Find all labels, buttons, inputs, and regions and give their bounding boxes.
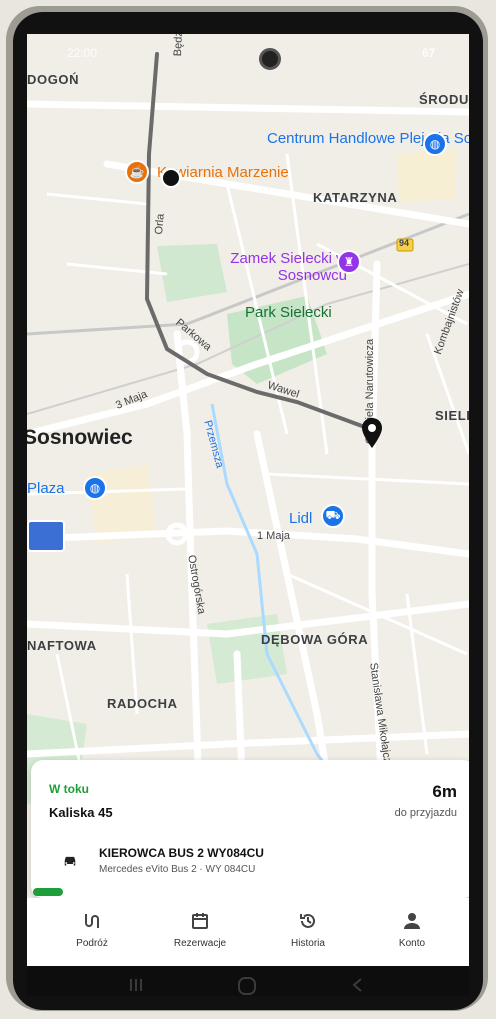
area-label: DOGOŃ: [27, 72, 80, 87]
bus-icon[interactable]: [27, 520, 65, 552]
nav-label: Konto: [398, 938, 426, 949]
trip-card[interactable]: W toku Kaliska 45 6m do przyjazdu KIEROW…: [31, 760, 469, 898]
coffee-cup-icon[interactable]: ☕: [125, 160, 149, 184]
back-icon[interactable]: [349, 976, 367, 996]
nav-item-podroz[interactable]: Podróż: [47, 908, 137, 949]
park-area: [207, 614, 287, 684]
history-icon: [263, 908, 353, 934]
car-icon: [64, 856, 76, 866]
castle-icon[interactable]: ♜: [337, 250, 361, 274]
driver-name: KIEROWCA BUS 2 WY084CU: [99, 846, 264, 860]
street-label: Będzińska: [172, 34, 186, 56]
vehicle-info: Mercedes eVito Bus 2 · WY 084CU: [99, 864, 256, 875]
calendar-icon: [155, 908, 245, 934]
poi-label-park[interactable]: Park Sielecki: [245, 304, 332, 321]
home-icon[interactable]: [237, 976, 257, 996]
trip-eta-label: do przyjazdu: [394, 807, 457, 819]
poi-label-zamek[interactable]: Zamek Sielecki w Sosnowcu: [217, 250, 347, 284]
poi-label-lidl[interactable]: Lidl: [289, 510, 312, 527]
route-icon: [47, 908, 137, 934]
city-label: Sosnowiec: [27, 426, 133, 449]
poi-label-plaza[interactable]: Plaza: [27, 480, 65, 497]
street-label: Orla: [153, 213, 167, 236]
area-label: DĘBOWA GÓRA: [261, 632, 369, 647]
nav-label: Historia: [291, 938, 325, 949]
shopping-cart-icon[interactable]: ⛟: [321, 504, 345, 528]
nav-item-rezerwacje[interactable]: Rezerwacje: [155, 908, 245, 949]
route-start-dot: [161, 168, 181, 188]
bottom-navigation: Podróż Rezerwacje Historia Konto: [27, 898, 469, 966]
shopping-bag-icon[interactable]: ◍: [83, 476, 107, 500]
nav-label: Podróż: [76, 938, 108, 949]
street-label: 1 Maja: [257, 530, 291, 542]
road-number: 94: [399, 238, 410, 248]
area-label: ŚRODULA: [419, 92, 469, 107]
area-label: NAFTOWA: [27, 638, 97, 653]
area-label: RADOCHA: [107, 696, 178, 711]
shopping-bag-icon[interactable]: ◍: [423, 132, 447, 156]
area-label: SIELEC: [435, 408, 469, 423]
trip-status: W toku: [49, 782, 89, 796]
trip-progress-bar: [33, 888, 63, 896]
front-camera: [259, 48, 281, 70]
status-time: 22:00: [67, 46, 98, 60]
trip-address: Kaliska 45: [49, 805, 113, 820]
nav-label: Rezerwacje: [173, 938, 227, 949]
area-label: KATARZYNA: [313, 190, 398, 205]
account-icon: [367, 908, 457, 934]
nav-item-historia[interactable]: Historia: [263, 908, 353, 949]
trip-eta: 6m: [432, 782, 457, 801]
phone-body: 22:00 67 DOGOŃ ŚRODULA KATARZYNA SIELEC …: [13, 12, 483, 1010]
destination-pin-icon[interactable]: [361, 418, 383, 448]
status-bar: 22:00 67: [27, 34, 469, 60]
commercial-area: [397, 149, 457, 202]
app-screen: 22:00 67 DOGOŃ ŚRODULA KATARZYNA SIELEC …: [27, 34, 469, 996]
recent-apps-icon[interactable]: [127, 976, 145, 996]
nav-item-konto[interactable]: Konto: [367, 908, 457, 949]
system-navigation-bar: [27, 966, 469, 996]
battery-level: 67: [422, 46, 436, 60]
